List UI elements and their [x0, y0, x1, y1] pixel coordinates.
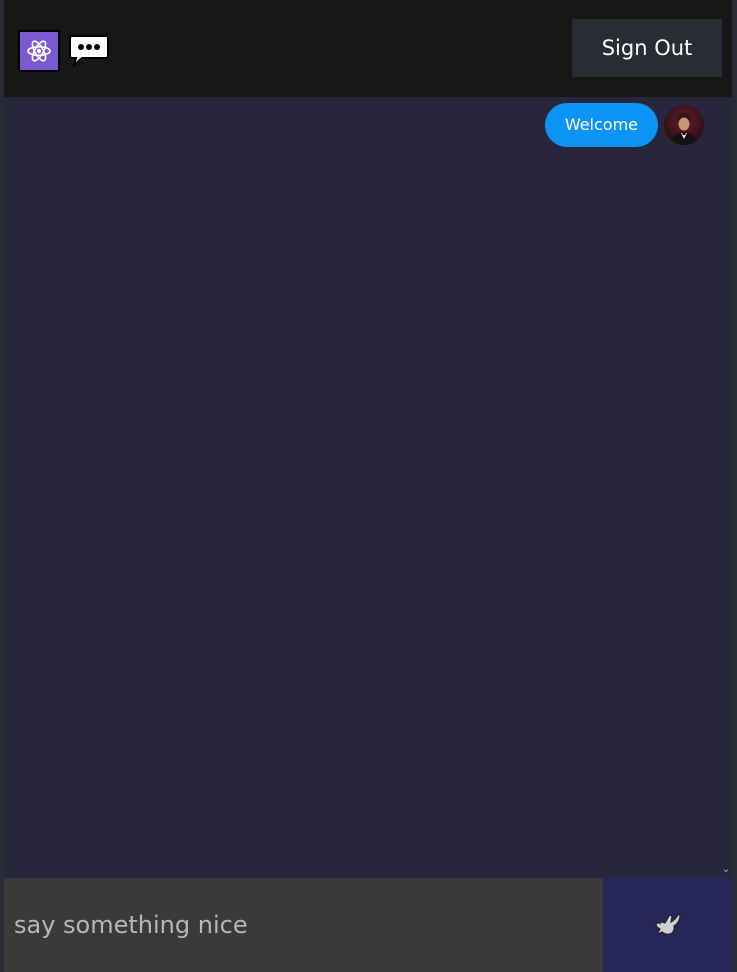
- atom-icon-graphic: [27, 40, 51, 62]
- message-form: [4, 878, 732, 972]
- app-header: Sign Out: [4, 0, 732, 97]
- speech-bubble-icon: [68, 34, 110, 68]
- message-sent: Welcome: [544, 103, 704, 147]
- message-list[interactable]: Welcome ⌄: [4, 97, 732, 878]
- scroll-down-arrow-icon[interactable]: ⌄: [720, 864, 732, 876]
- send-button[interactable]: [603, 878, 732, 972]
- page-margin-right: [732, 0, 737, 972]
- message-bubble: Welcome: [544, 103, 658, 147]
- user-avatar: [664, 105, 704, 145]
- atom-icon: [18, 30, 60, 72]
- chat-app: Sign Out Welcome ⌄ say something nice: [4, 0, 732, 972]
- sign-out-button[interactable]: Sign Out: [572, 19, 722, 77]
- message-input[interactable]: [4, 878, 603, 972]
- dove-icon: [654, 913, 681, 936]
